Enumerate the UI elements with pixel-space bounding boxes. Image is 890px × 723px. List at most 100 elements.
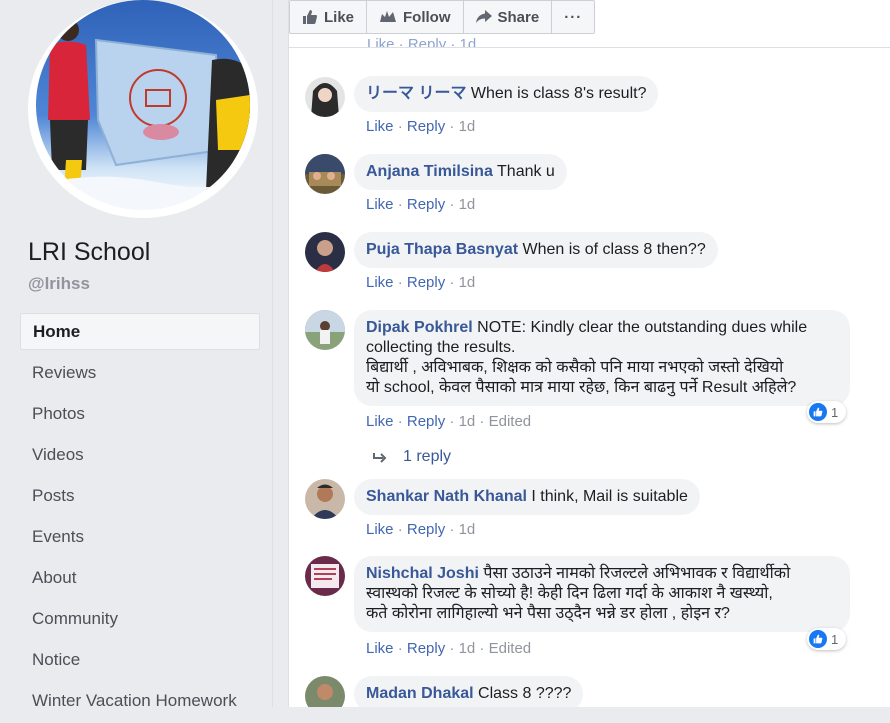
comment-bubble: リーマ リーマ When is class 8's result? [354, 76, 659, 112]
avatar[interactable] [305, 310, 345, 350]
comment-like-link[interactable]: Like [366, 274, 394, 291]
comment-like-link[interactable]: Like [366, 521, 394, 538]
comment-text-line: स्वास्थको रिजल्ट के सोच्यो है! केही दिन … [366, 585, 773, 602]
nav-about[interactable]: About [20, 559, 260, 596]
comment-like-link[interactable]: Like [366, 118, 394, 135]
nav-events[interactable]: Events [20, 518, 260, 555]
avatar[interactable] [305, 556, 345, 596]
comment-time[interactable]: 1d [459, 274, 476, 291]
comment-author[interactable]: リーマ リーマ [366, 85, 466, 102]
page-sidebar: LRI School @lrihss Home Reviews Photos V… [0, 0, 273, 710]
nav-winter-vacation-homework[interactable]: Winter Vacation Homework [20, 682, 260, 719]
reaction-count[interactable]: 1 [807, 628, 847, 650]
edited-label[interactable]: Edited [489, 640, 532, 657]
like-reaction-icon [809, 630, 827, 648]
comment-like-link[interactable]: Like [366, 413, 394, 430]
comment-bubble: Shankar Nath Khanal I think, Mail is sui… [354, 479, 700, 515]
like-page-label: Like [324, 8, 355, 26]
comment-actions: Like · Reply · 1d [366, 274, 475, 291]
profile-picture[interactable] [36, 0, 250, 210]
avatar[interactable] [305, 154, 345, 194]
separator: · [445, 118, 459, 135]
comment-bubble: Dipak Pokhrel NOTE: Kindly clear the out… [354, 310, 850, 406]
comment-reply-link[interactable]: Reply [407, 196, 445, 213]
comment-actions: Like · Reply · 1d [366, 196, 475, 213]
reaction-count[interactable]: 1 [807, 401, 847, 423]
separator: · [445, 521, 459, 538]
separator: · [393, 274, 407, 291]
comment-reply-link[interactable]: Reply [407, 118, 445, 135]
follow-label: Follow [403, 8, 451, 26]
nav-home[interactable]: Home [20, 313, 260, 350]
comment-bubble: Puja Thapa Basnyat When is of class 8 th… [354, 232, 718, 268]
avatar[interactable] [305, 77, 345, 117]
comment-reply-link[interactable]: Reply [407, 640, 445, 657]
separator: · [393, 521, 407, 538]
nav-reviews[interactable]: Reviews [20, 354, 260, 391]
separator: · [475, 413, 489, 430]
comment-time[interactable]: 1d [459, 640, 476, 657]
nav-posts[interactable]: Posts [20, 477, 260, 514]
comment-author[interactable]: Anjana Timilsina [366, 163, 493, 180]
page-name[interactable]: LRI School [28, 238, 150, 267]
divider [289, 47, 890, 48]
view-replies-link[interactable]: 1 reply [373, 448, 451, 466]
edited-label[interactable]: Edited [489, 413, 532, 430]
comment-bubble: Madan Dhakal Class 8 ???? [354, 676, 584, 707]
comment-time[interactable]: 1d [459, 521, 476, 538]
comment-author[interactable]: Shankar Nath Khanal [366, 488, 527, 505]
comment-time[interactable]: 1d [459, 196, 476, 213]
comment-text: I think, Mail is suitable [531, 488, 688, 505]
avatar[interactable] [305, 479, 345, 519]
more-dots-icon: ··· [564, 8, 583, 26]
reaction-number: 1 [831, 631, 839, 647]
comment-reply-link[interactable]: Reply [407, 274, 445, 291]
comment-actions: Like · Reply · 1d · Edited [366, 413, 531, 430]
reaction-number: 1 [831, 404, 839, 420]
nav-videos[interactable]: Videos [20, 436, 260, 473]
comment-reply-link[interactable]: Reply [407, 521, 445, 538]
thumbs-up-icon [303, 10, 317, 24]
comment-time[interactable]: 1d [459, 413, 476, 430]
comment-like-link[interactable]: Like [366, 196, 394, 213]
nav-community[interactable]: Community [20, 600, 260, 637]
share-button[interactable]: Share [462, 0, 553, 34]
comment-text-line: कते कोरोना लागिहाल्यो भने पैसा उठ्दैन भन… [366, 605, 730, 622]
nav-notice[interactable]: Notice [20, 641, 260, 678]
page-handle[interactable]: @lrihss [28, 274, 90, 294]
avatar[interactable] [305, 676, 345, 707]
comment-text: When is of class 8 then?? [522, 241, 706, 258]
separator: · [445, 196, 459, 213]
like-page-button[interactable]: Like [289, 0, 368, 34]
page-action-bar: Like Follow Share ··· [289, 0, 596, 34]
comment-like-link[interactable]: Like [366, 640, 394, 657]
comment-author[interactable]: Nishchal Joshi [366, 565, 479, 582]
separator: · [445, 640, 459, 657]
comment-text: Class 8 ???? [478, 685, 572, 702]
more-options-button[interactable]: ··· [551, 0, 596, 34]
separator: · [393, 413, 407, 430]
comment-time[interactable]: 1d [459, 118, 476, 135]
comment-text-line: NOTE: Kindly clear the outstanding dues … [477, 319, 808, 336]
follow-button[interactable]: Follow [366, 0, 464, 34]
comment-text-line: बिद्यार्थी , अविभाबक, शिक्षक को कसैको पन… [366, 359, 784, 376]
avatar[interactable] [305, 232, 345, 272]
comment-reply-link[interactable]: Reply [407, 413, 445, 430]
separator: · [475, 640, 489, 657]
follow-icon [380, 11, 397, 22]
comment-actions: Like · Reply · 1d · Edited [366, 640, 531, 657]
separator: · [445, 413, 459, 430]
comment-actions: Like · Reply · 1d [366, 118, 475, 135]
comment-text: When is class 8's result? [470, 85, 647, 102]
comment-text-line: पैसा उठाउने नामको रिजल्टले अभिभावक र विद… [483, 565, 791, 582]
nav-photos[interactable]: Photos [20, 395, 260, 432]
separator: · [393, 640, 407, 657]
comment-text: Thank u [497, 163, 555, 180]
comment-actions: Like · Reply · 1d [366, 521, 475, 538]
page-nav: Home Reviews Photos Videos Posts Events … [20, 313, 260, 723]
comments-feed: Like Follow Share ··· Like · Reply · 1d … [288, 0, 890, 707]
comment-author[interactable]: Puja Thapa Basnyat [366, 241, 518, 258]
separator: · [445, 274, 459, 291]
comment-author[interactable]: Madan Dhakal [366, 685, 474, 702]
comment-author[interactable]: Dipak Pokhrel [366, 319, 473, 336]
